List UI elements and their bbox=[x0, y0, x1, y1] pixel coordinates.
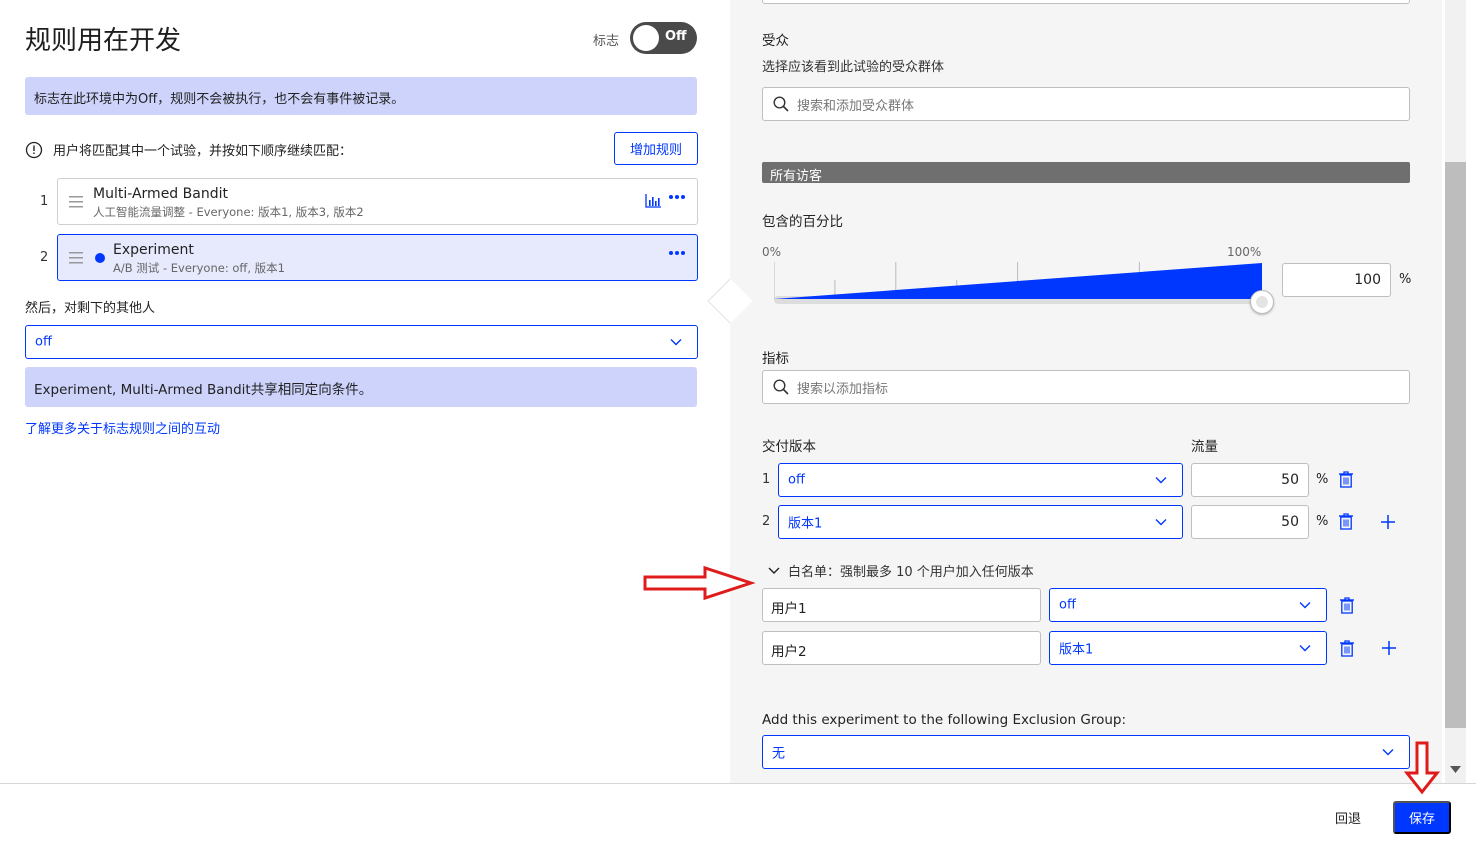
back-button[interactable]: 回退 bbox=[1335, 808, 1361, 827]
chevron-down-icon bbox=[1299, 645, 1311, 652]
variation-number: 2 bbox=[762, 514, 771, 529]
toggle-knob bbox=[633, 25, 659, 51]
trash-icon[interactable] bbox=[1340, 597, 1354, 614]
more-icon[interactable] bbox=[669, 195, 685, 199]
add-rule-button[interactable]: 增加规则 bbox=[614, 132, 698, 165]
allowlist-user-input[interactable]: 用户2 bbox=[762, 631, 1041, 665]
scrollbar[interactable] bbox=[1442, 0, 1476, 783]
flag-label: 标志 bbox=[593, 34, 620, 49]
audience-search-input[interactable]: 搜索和添加受众群体 bbox=[762, 87, 1410, 121]
allowlist-variation-select[interactable]: 版本1 bbox=[1049, 631, 1327, 665]
select-value: 版本1 bbox=[1059, 642, 1094, 658]
allowlist-toggle[interactable]: 白名单：强制最多 10 个用户加入任何版本 bbox=[768, 561, 1034, 580]
traffic-slider[interactable] bbox=[774, 262, 1274, 314]
slider-max-label: 100% bbox=[1227, 245, 1262, 259]
audience-description: 选择应该看到此试验的受众群体 bbox=[762, 60, 945, 75]
trash-icon[interactable] bbox=[1339, 471, 1353, 488]
audience-label: 受众 bbox=[762, 33, 789, 49]
running-status-dot bbox=[95, 253, 105, 263]
more-icon[interactable] bbox=[669, 251, 685, 255]
select-value: off bbox=[1059, 597, 1076, 613]
slider-min-label: 0% bbox=[762, 245, 782, 259]
save-button[interactable]: 保存 bbox=[1393, 801, 1451, 834]
info-banner: 标志在此环境中为Off，规则不会被执行，也不会有事件被记录。 bbox=[25, 77, 697, 115]
flag-toggle[interactable]: Off bbox=[630, 22, 697, 54]
allowlist-label: 白名单：强制最多 10 个用户加入任何版本 bbox=[788, 565, 1034, 580]
scrollbar-thumb[interactable] bbox=[1445, 162, 1466, 728]
traffic-input[interactable]: 50 bbox=[1191, 463, 1309, 497]
variation-select[interactable]: 版本1 bbox=[778, 505, 1183, 539]
percent-sign: % bbox=[1399, 272, 1412, 287]
footer: 回退 保存 bbox=[0, 783, 1476, 841]
trash-icon[interactable] bbox=[1340, 640, 1354, 657]
search-placeholder: 搜索以添加指标 bbox=[797, 381, 889, 397]
cut-off-field bbox=[762, 0, 1410, 4]
rule-name: Multi-Armed Bandit bbox=[93, 186, 228, 202]
annotation-arrow-icon bbox=[1404, 741, 1440, 795]
percent-sign: % bbox=[1316, 514, 1329, 529]
allowlist-variation-select[interactable]: off bbox=[1049, 588, 1327, 622]
rule-subtitle: 人工智能流量调整 - Everyone: 版本1, 版本3, 版本2 bbox=[93, 205, 364, 219]
drag-handle-icon[interactable] bbox=[69, 196, 83, 208]
chevron-down-icon bbox=[1299, 602, 1311, 609]
page-title: 规则用在开发 bbox=[25, 26, 182, 56]
percent-label: 包含的百分比 bbox=[762, 214, 843, 230]
rule-card-experiment[interactable]: Experiment A/B 测试 - Everyone: off, 版本1 bbox=[57, 234, 698, 281]
chevron-down-icon bbox=[1382, 749, 1394, 756]
annotation-arrow-icon bbox=[643, 565, 755, 601]
rule-subtitle: A/B 测试 - Everyone: off, 版本1 bbox=[113, 261, 285, 275]
match-instruction: 用户将匹配其中一个试验，并按如下顺序继续匹配： bbox=[25, 140, 352, 159]
variation-select[interactable]: off bbox=[778, 463, 1183, 497]
scroll-down-icon[interactable] bbox=[1450, 766, 1461, 773]
metrics-label: 指标 bbox=[762, 351, 789, 367]
fallback-variation-select[interactable]: off bbox=[25, 325, 698, 359]
chevron-down-icon bbox=[1155, 519, 1167, 526]
chevron-down-icon bbox=[670, 339, 682, 346]
rule-panel: 规则用在开发 标志 Off 标志在此环境中为Off，规则不会被执行，也不会有事件… bbox=[0, 0, 730, 783]
search-icon bbox=[773, 96, 789, 112]
traffic-label: 流量 bbox=[1191, 439, 1218, 455]
rule-detail-panel: 受众 选择应该看到此试验的受众群体 搜索和添加受众群体 所有访客 包含的百分比 … bbox=[730, 0, 1442, 783]
rule-number: 2 bbox=[40, 250, 49, 265]
trash-icon[interactable] bbox=[1339, 513, 1353, 530]
learn-more-link[interactable]: 了解更多关于标志规则之间的互动 bbox=[25, 418, 220, 437]
rule-card-multi-armed-bandit[interactable]: Multi-Armed Bandit 人工智能流量调整 - Everyone: … bbox=[57, 178, 698, 225]
chevron-down-icon bbox=[1155, 477, 1167, 484]
fallback-label: 然后，对剩下的其他人 bbox=[25, 301, 156, 316]
traffic-input[interactable]: 50 bbox=[1191, 505, 1309, 539]
select-value: 无 bbox=[772, 746, 786, 762]
variations-label: 交付版本 bbox=[762, 439, 816, 455]
select-value: off bbox=[35, 334, 52, 350]
info-icon bbox=[25, 141, 43, 159]
bar-chart-icon[interactable] bbox=[645, 194, 661, 208]
slider-handle[interactable] bbox=[1250, 290, 1274, 314]
allowlist-user-input[interactable]: 用户1 bbox=[762, 588, 1041, 622]
chevron-down-icon bbox=[768, 567, 780, 574]
toggle-text: Off bbox=[665, 29, 687, 44]
search-placeholder: 搜索和添加受众群体 bbox=[797, 98, 915, 114]
drag-handle-icon[interactable] bbox=[69, 252, 83, 264]
shared-targeting-banner: Experiment, Multi-Armed Bandit共享相同定向条件。 bbox=[25, 367, 697, 407]
plus-icon[interactable] bbox=[1381, 515, 1395, 529]
metrics-search-input[interactable]: 搜索以添加指标 bbox=[762, 370, 1410, 404]
percent-input[interactable]: 100 bbox=[1282, 263, 1391, 297]
exclusion-group-select[interactable]: 无 bbox=[762, 735, 1410, 769]
plus-icon[interactable] bbox=[1382, 641, 1396, 655]
rule-name: Experiment bbox=[113, 242, 194, 258]
match-text: 用户将匹配其中一个试验，并按如下顺序继续匹配： bbox=[53, 144, 353, 159]
search-icon bbox=[773, 379, 789, 395]
rule-number: 1 bbox=[40, 194, 49, 209]
select-value: 版本1 bbox=[788, 516, 823, 532]
variation-number: 1 bbox=[762, 472, 771, 487]
audience-chip: 所有访客 bbox=[762, 162, 1410, 184]
percent-sign: % bbox=[1316, 472, 1329, 487]
select-value: off bbox=[788, 472, 805, 488]
exclusion-group-label: Add this experiment to the following Exc… bbox=[762, 712, 1127, 728]
